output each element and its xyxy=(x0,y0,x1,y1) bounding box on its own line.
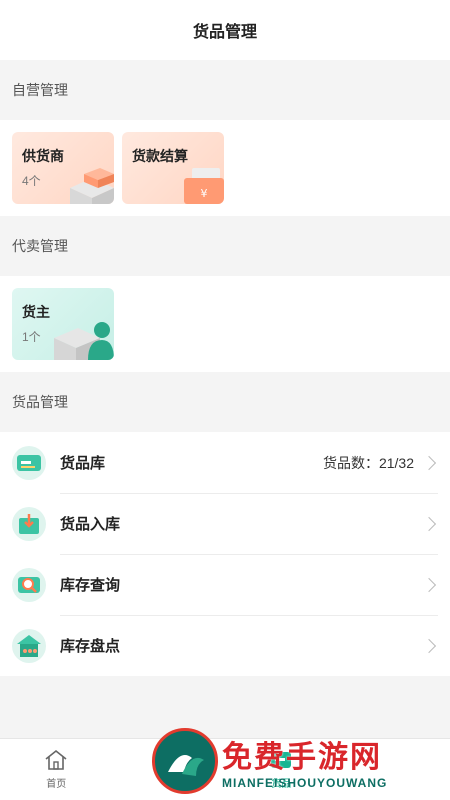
svg-text:¥: ¥ xyxy=(201,187,208,200)
inventory-query-item[interactable]: 库存查询 xyxy=(0,554,450,615)
goods-menu-list: 货品库 货品数：21/32 货品入库 库存查询 库存盘点 xyxy=(0,432,450,676)
chevron-right-icon xyxy=(421,516,437,531)
home-icon xyxy=(45,749,67,770)
inventory-check-label: 库存盘点 xyxy=(60,638,121,655)
owner-icon xyxy=(54,322,114,360)
inventory-query-icon xyxy=(12,567,46,602)
goods-inbound-label: 货品入库 xyxy=(60,516,121,533)
chevron-right-icon xyxy=(421,577,437,592)
wallet-icon: ¥ xyxy=(184,168,224,204)
payment-settlement-title: 货款结算 xyxy=(132,148,188,164)
watermark-subtext: MIANFEISHOUYOUWANG xyxy=(222,776,388,790)
goods-count: 货品数：21/32 xyxy=(322,454,414,471)
self-operated-cards: 供货商 4个 货款结算 ¥ xyxy=(0,120,450,216)
boxes-icon xyxy=(70,168,114,204)
tab-home[interactable]: 首页 xyxy=(0,739,113,800)
payment-settlement-card[interactable]: 货款结算 ¥ xyxy=(122,132,224,204)
watermark-text: 免费手游网 xyxy=(222,740,382,775)
section-title-self-operated: 自营管理 xyxy=(0,60,450,120)
inbound-icon xyxy=(12,506,46,541)
owner-card[interactable]: 货主 1个 xyxy=(12,288,114,360)
goods-inbound-item[interactable]: 货品入库 xyxy=(0,493,450,554)
page-title: 货品管理 xyxy=(192,24,257,41)
chevron-right-icon xyxy=(421,455,437,470)
goods-library-label: 货品库 xyxy=(60,455,106,472)
supplier-card[interactable]: 供货商 4个 xyxy=(12,132,114,204)
watermark-logo-icon xyxy=(152,728,218,794)
consignment-cards: 货主 1个 xyxy=(0,276,450,372)
page-header: 货品管理 xyxy=(0,0,450,60)
inventory-check-icon xyxy=(12,628,46,663)
goods-library-icon xyxy=(12,445,46,480)
section-title-consignment: 代卖管理 xyxy=(0,216,450,276)
section-title-goods: 货品管理 xyxy=(0,372,450,432)
inventory-query-label: 库存查询 xyxy=(60,577,121,594)
chevron-right-icon xyxy=(421,638,437,653)
site-watermark: 免费手游网 MIANFEISHOUYOUWANG xyxy=(152,728,387,794)
tab-home-label: 首页 xyxy=(46,779,67,790)
goods-library-item[interactable]: 货品库 货品数：21/32 xyxy=(0,432,450,493)
inventory-check-item[interactable]: 库存盘点 xyxy=(0,615,450,676)
